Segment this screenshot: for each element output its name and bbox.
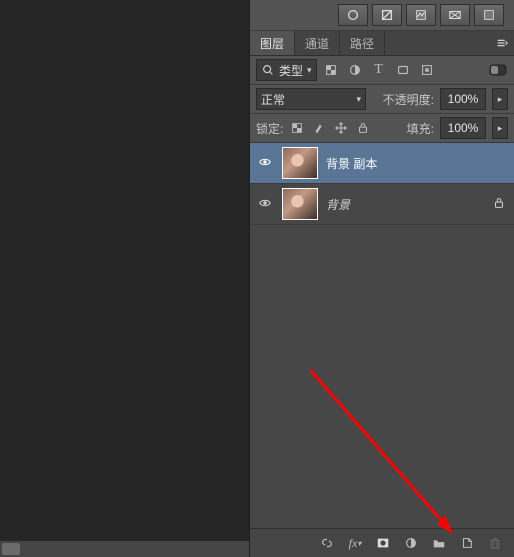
blend-mode-value: 正常 xyxy=(261,91,285,108)
panel-icon-3[interactable] xyxy=(406,4,436,26)
lock-position-icon[interactable] xyxy=(333,120,349,136)
tab-paths[interactable]: 路径 xyxy=(340,31,385,55)
lock-all-icon[interactable] xyxy=(355,120,371,136)
layer-style-icon[interactable]: fx▾ xyxy=(346,534,364,552)
fill-value: 100% xyxy=(448,121,479,135)
chevron-down-icon: ▾ xyxy=(307,65,312,76)
layer-filter-row: 类型 ▾ T xyxy=(250,56,514,85)
filter-shape-icon[interactable] xyxy=(393,60,413,80)
panel-icon-1[interactable] xyxy=(338,4,368,26)
adjustment-layer-icon[interactable] xyxy=(402,534,420,552)
chevron-down-icon: ▾ xyxy=(356,94,361,105)
layer-row[interactable]: 背景 xyxy=(250,184,514,225)
layer-row[interactable]: 背景 副本 xyxy=(250,143,514,184)
lock-pixels-icon[interactable] xyxy=(311,120,327,136)
lock-icon xyxy=(492,196,508,213)
group-icon[interactable] xyxy=(430,534,448,552)
filter-adjustment-icon[interactable] xyxy=(345,60,365,80)
layers-list: 背景 副本 背景 xyxy=(250,143,514,528)
filter-type-label: 类型 xyxy=(279,62,303,79)
filter-type-select[interactable]: 类型 ▾ xyxy=(256,59,317,81)
scrollbar-thumb[interactable] xyxy=(2,543,20,555)
layer-thumbnail[interactable] xyxy=(282,147,318,179)
fill-flyout-icon[interactable]: ▸ xyxy=(492,117,508,139)
filter-smart-icon[interactable] xyxy=(417,60,437,80)
panel-menu-icon[interactable] xyxy=(490,31,514,55)
layer-name[interactable]: 背景 xyxy=(326,196,484,213)
fill-label: 填充: xyxy=(407,120,434,137)
layers-panel-footer: fx▾ xyxy=(250,528,514,557)
tab-channels[interactable]: 通道 xyxy=(295,31,340,55)
blend-mode-select[interactable]: 正常 ▾ xyxy=(256,88,366,110)
lock-row: 锁定: 填充: 100% ▸ xyxy=(250,114,514,143)
panel-icon-4[interactable] xyxy=(440,4,470,26)
opacity-label: 不透明度: xyxy=(383,91,434,108)
tab-layers-label: 图层 xyxy=(260,35,284,52)
layer-thumbnail[interactable] xyxy=(282,188,318,220)
filter-toggle-switch[interactable] xyxy=(488,60,508,80)
tab-layers[interactable]: 图层 xyxy=(250,31,295,55)
new-layer-icon[interactable] xyxy=(458,534,476,552)
blend-row: 正常 ▾ 不透明度: 100% ▸ xyxy=(250,85,514,114)
layer-mask-icon[interactable] xyxy=(374,534,392,552)
canvas-area[interactable] xyxy=(0,0,250,557)
visibility-toggle-icon[interactable] xyxy=(256,196,274,213)
filter-pixel-icon[interactable] xyxy=(321,60,341,80)
panel-tabs: 图层 通道 路径 xyxy=(250,31,514,56)
tab-paths-label: 路径 xyxy=(350,35,374,52)
panel-icon-5[interactable] xyxy=(474,4,504,26)
visibility-toggle-icon[interactable] xyxy=(256,155,274,172)
opacity-value-input[interactable]: 100% xyxy=(440,88,486,110)
search-icon xyxy=(261,63,275,77)
filter-type-icon[interactable]: T xyxy=(369,60,389,80)
collapsed-panels-strip xyxy=(250,0,514,31)
lock-label: 锁定: xyxy=(256,120,283,137)
lock-transparency-icon[interactable] xyxy=(289,120,305,136)
layers-panel: 图层 通道 路径 类型 ▾ T xyxy=(250,0,514,557)
delete-layer-icon[interactable] xyxy=(486,534,504,552)
panel-icon-2[interactable] xyxy=(372,4,402,26)
opacity-flyout-icon[interactable]: ▸ xyxy=(492,88,508,110)
fill-value-input[interactable]: 100% xyxy=(440,117,486,139)
opacity-value: 100% xyxy=(448,92,479,106)
horizontal-scrollbar[interactable] xyxy=(0,541,249,557)
layer-name[interactable]: 背景 副本 xyxy=(326,155,508,172)
link-layers-icon[interactable] xyxy=(318,534,336,552)
tab-channels-label: 通道 xyxy=(305,35,329,52)
